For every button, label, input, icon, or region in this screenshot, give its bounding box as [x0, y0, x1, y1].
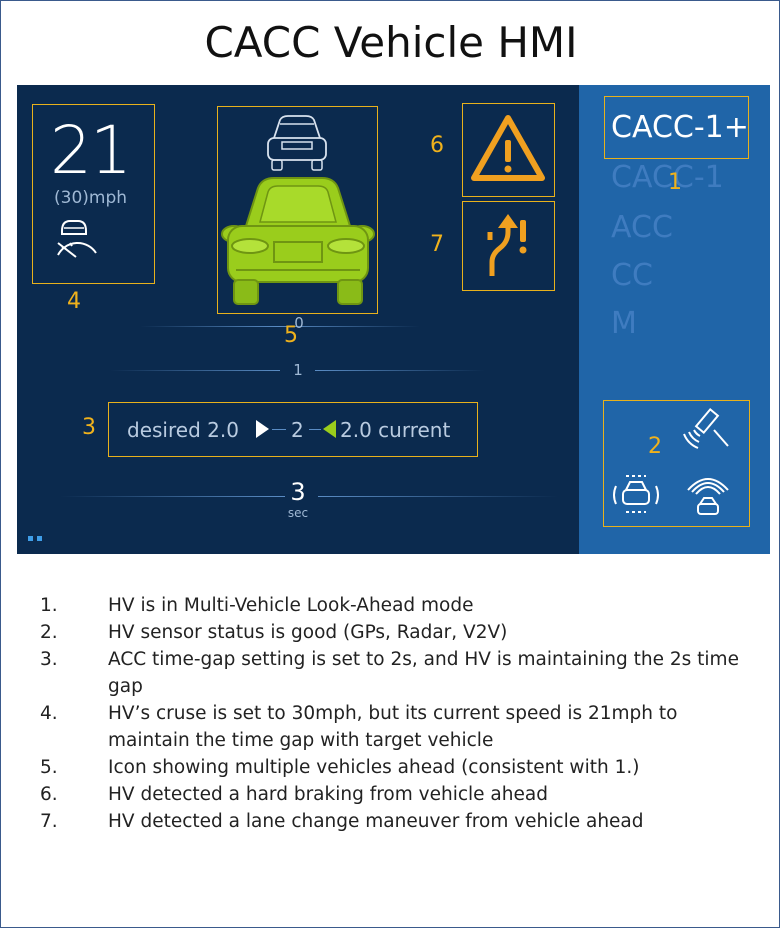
- mode-manual[interactable]: M: [611, 306, 637, 341]
- mode-cacc-1-plus[interactable]: CACC-1+: [611, 110, 749, 145]
- mode-cc[interactable]: CC: [611, 258, 653, 293]
- callout-6: 6: [430, 133, 444, 158]
- callout-5: 5: [284, 323, 298, 348]
- note-item: 6. HV detected a hard braking from vehicl…: [40, 784, 548, 805]
- gap-tick-label-1: 1: [293, 361, 303, 379]
- mode-acc[interactable]: ACC: [611, 210, 673, 245]
- set-speed: (30)mph: [54, 188, 128, 208]
- note-item: 4. HV’s cruse is set to 30mph, but its cu…: [40, 703, 678, 751]
- cruise-speedometer-icon: [57, 220, 97, 258]
- note-item: 1. HV is in Multi-Vehicle Look-Ahead mode: [40, 595, 474, 616]
- callout-7: 7: [430, 232, 444, 257]
- page-indicator: [28, 536, 42, 541]
- desired-gap: desired 2.0: [127, 418, 239, 442]
- hard-braking-warning-icon: [471, 115, 545, 181]
- callout-2: 2: [648, 434, 662, 459]
- gap-tick-line-1b: [315, 370, 485, 371]
- gps-satellite-icon: [683, 407, 729, 449]
- radar-icon: [687, 478, 729, 515]
- gap-tick-line-3a: [60, 496, 285, 497]
- current-marker-icon: [323, 420, 336, 438]
- gap-tick-label-3: 3: [290, 478, 306, 506]
- callout-1: 1: [668, 170, 682, 195]
- gap-unit: sec: [287, 506, 309, 520]
- callout-4: 4: [67, 289, 81, 314]
- host-vehicle-icon: [221, 177, 375, 305]
- v2v-icon: [613, 475, 659, 513]
- slide-title: CACC Vehicle HMI: [204, 18, 578, 67]
- gap-tick-line-3b: [318, 496, 558, 497]
- gap-tick-line-1a: [110, 370, 280, 371]
- notes-list: 1. HV is in Multi-Vehicle Look-Ahead mode…: [40, 592, 760, 835]
- note-item: 2. HV sensor status is good (GPs, Radar, …: [40, 622, 508, 643]
- note-item: 5. Icon showing multiple vehicles ahead (…: [40, 757, 640, 778]
- note-item: 7. HV detected a lane change maneuver fro…: [40, 811, 644, 832]
- gap-line-left: [272, 429, 286, 430]
- lane-change-warning-icon: [487, 214, 527, 276]
- lead-vehicle-icon: [267, 115, 327, 171]
- current-speed: 21: [50, 112, 132, 189]
- gap-setting: 2: [291, 418, 304, 442]
- note-item: 3. ACC time-gap setting is set to 2s, and…: [40, 649, 739, 697]
- gap-line-right: [309, 429, 321, 430]
- current-gap: 2.0 current: [340, 418, 451, 442]
- callout-3: 3: [82, 415, 96, 440]
- desired-marker-icon: [256, 420, 269, 438]
- gap-tick-line-0: [140, 326, 420, 327]
